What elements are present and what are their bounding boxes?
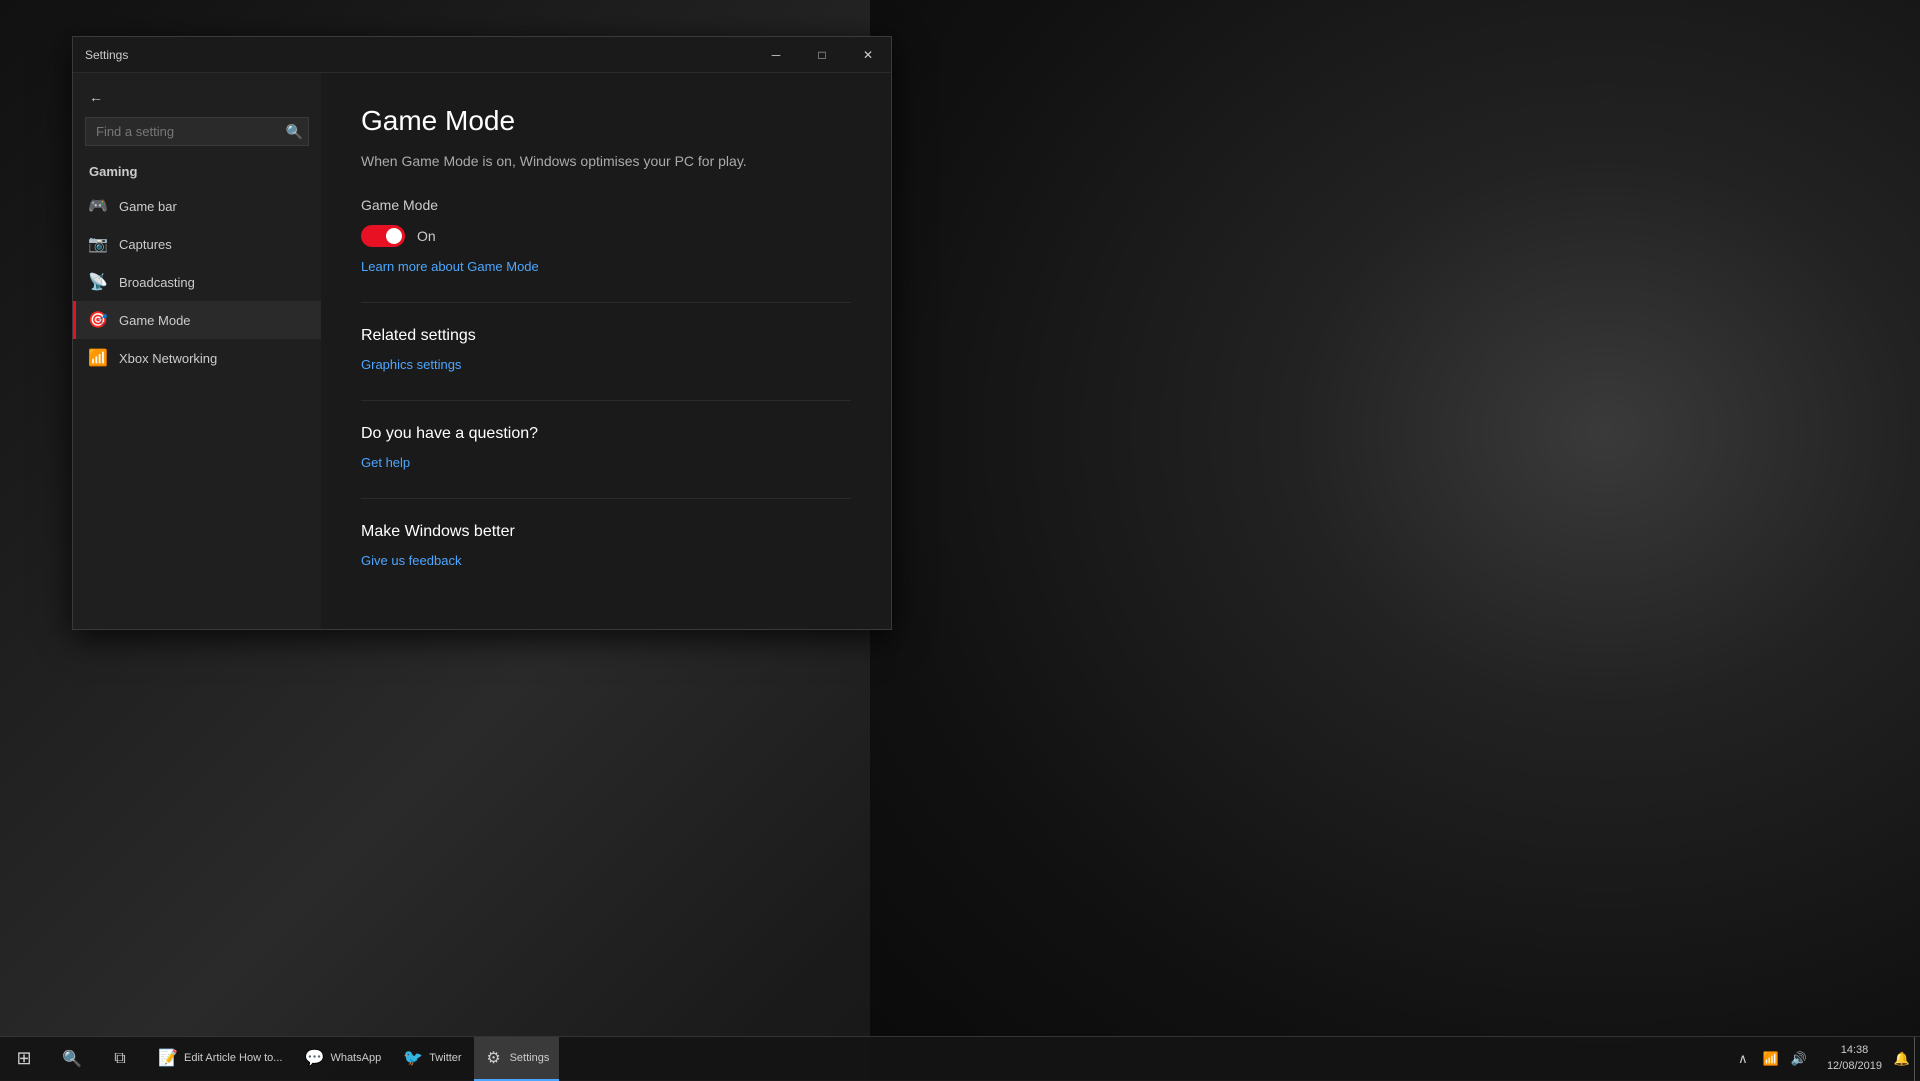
- divider-2: [361, 400, 851, 401]
- taskbar-app-whatsapp[interactable]: 💬 WhatsApp: [294, 1037, 391, 1081]
- game-bar-icon: 🎮: [89, 197, 107, 215]
- minimize-button[interactable]: ─: [753, 37, 799, 73]
- task-view-icon: ⧉: [114, 1050, 125, 1068]
- taskbar-clock[interactable]: 14:38 12/08/2019: [1819, 1043, 1890, 1074]
- sidebar-item-game-mode[interactable]: 🎯 Game Mode: [73, 301, 321, 339]
- window-title: Settings: [85, 48, 128, 62]
- sidebar-item-label: Game bar: [119, 199, 177, 214]
- xbox-networking-icon: 📶: [89, 349, 107, 367]
- taskbar-system-tray: ∧ 📶 🔊: [1723, 1037, 1819, 1081]
- learn-more-link[interactable]: Learn more about Game Mode: [361, 259, 851, 274]
- give-feedback-link[interactable]: Give us feedback: [361, 553, 851, 568]
- taskbar-app-label: Twitter: [429, 1052, 461, 1064]
- network-icon[interactable]: 📶: [1759, 1037, 1783, 1081]
- question-heading: Do you have a question?: [361, 425, 851, 443]
- game-mode-icon: 🎯: [89, 311, 107, 329]
- sidebar-item-label: Captures: [119, 237, 172, 252]
- volume-icon[interactable]: 🔊: [1787, 1037, 1811, 1081]
- captures-icon: 📷: [89, 235, 107, 253]
- taskbar-app-label: Edit Article How to...: [184, 1052, 282, 1064]
- page-title: Game Mode: [361, 105, 851, 137]
- taskbar-app-label: Settings: [510, 1052, 550, 1064]
- related-settings-heading: Related settings: [361, 327, 851, 345]
- related-settings-group: Related settings Graphics settings: [361, 327, 851, 372]
- task-view-button[interactable]: ⧉: [96, 1037, 144, 1081]
- whatsapp-icon: 💬: [304, 1048, 324, 1068]
- window-body: ← 🔍 Gaming 🎮 Game bar 📷 Captures 📡 Broad…: [73, 73, 891, 629]
- search-box: 🔍: [85, 117, 309, 146]
- feedback-group: Make Windows better Give us feedback: [361, 523, 851, 568]
- sidebar-item-broadcasting[interactable]: 📡 Broadcasting: [73, 263, 321, 301]
- toggle-track: [361, 225, 405, 247]
- maximize-button[interactable]: □: [799, 37, 845, 73]
- taskbar-search-icon: 🔍: [62, 1049, 82, 1069]
- sidebar-item-label: Xbox Networking: [119, 351, 217, 366]
- taskbar: ⊞ 🔍 ⧉ 📝 Edit Article How to... 💬 WhatsAp…: [0, 1036, 1920, 1080]
- toggle-thumb: [386, 228, 402, 244]
- title-bar-controls: ─ □ ✕: [753, 37, 891, 73]
- toggle-row: On: [361, 225, 851, 247]
- taskbar-app-label: WhatsApp: [330, 1052, 381, 1064]
- title-bar: Settings ─ □ ✕: [73, 37, 891, 73]
- search-input[interactable]: [85, 117, 309, 146]
- sidebar-item-label: Game Mode: [119, 313, 191, 328]
- clock-date: 12/08/2019: [1827, 1059, 1882, 1074]
- game-mode-label: Game Mode: [361, 197, 851, 213]
- sidebar-item-xbox-networking[interactable]: 📶 Xbox Networking: [73, 339, 321, 377]
- main-content: Game Mode When Game Mode is on, Windows …: [321, 73, 891, 629]
- twitter-icon: 🐦: [403, 1048, 423, 1068]
- show-desktop-button[interactable]: [1914, 1037, 1920, 1081]
- search-icon[interactable]: 🔍: [286, 123, 303, 140]
- sidebar-item-label: Broadcasting: [119, 275, 195, 290]
- taskbar-search-button[interactable]: 🔍: [48, 1037, 96, 1081]
- sidebar-item-captures[interactable]: 📷 Captures: [73, 225, 321, 263]
- back-button[interactable]: ←: [73, 81, 321, 113]
- divider-3: [361, 498, 851, 499]
- sidebar-section-label: Gaming: [73, 158, 321, 185]
- divider-1: [361, 302, 851, 303]
- start-button[interactable]: ⊞: [0, 1037, 48, 1081]
- graphics-settings-link[interactable]: Graphics settings: [361, 357, 851, 372]
- settings-icon: ⚙: [484, 1048, 504, 1068]
- question-group: Do you have a question? Get help: [361, 425, 851, 470]
- toggle-state-text: On: [417, 228, 436, 244]
- notification-chevron-icon[interactable]: ∧: [1731, 1037, 1755, 1081]
- taskbar-apps: 📝 Edit Article How to... 💬 WhatsApp 🐦 Tw…: [144, 1037, 1723, 1081]
- game-mode-setting-group: Game Mode On Learn more about Game Mode: [361, 197, 851, 274]
- get-help-link[interactable]: Get help: [361, 455, 851, 470]
- back-arrow-icon: ←: [89, 89, 103, 105]
- notification-icon[interactable]: 🔔: [1890, 1037, 1914, 1081]
- settings-window: Settings ─ □ ✕ ← 🔍 Gaming 🎮 Game ba: [72, 36, 892, 630]
- sidebar: ← 🔍 Gaming 🎮 Game bar 📷 Captures 📡 Broad…: [73, 73, 321, 629]
- broadcasting-icon: 📡: [89, 273, 107, 291]
- edit-article-icon: 📝: [158, 1048, 178, 1068]
- close-button[interactable]: ✕: [845, 37, 891, 73]
- taskbar-app-edit-article[interactable]: 📝 Edit Article How to...: [148, 1037, 292, 1081]
- page-description: When Game Mode is on, Windows optimises …: [361, 153, 851, 169]
- taskbar-app-settings[interactable]: ⚙ Settings: [474, 1037, 560, 1081]
- game-mode-toggle[interactable]: [361, 225, 405, 247]
- sidebar-item-game-bar[interactable]: 🎮 Game bar: [73, 187, 321, 225]
- taskbar-app-twitter[interactable]: 🐦 Twitter: [393, 1037, 471, 1081]
- start-icon: ⊞: [16, 1048, 31, 1069]
- feedback-heading: Make Windows better: [361, 523, 851, 541]
- clock-time: 14:38: [1841, 1043, 1869, 1058]
